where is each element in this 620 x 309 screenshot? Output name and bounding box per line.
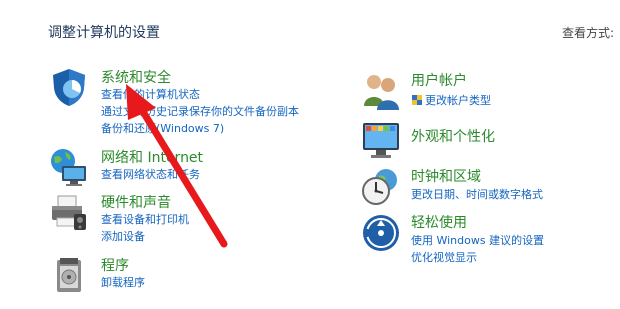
category-title-hardware-sound[interactable]: 硬件和声音 — [101, 192, 171, 212]
category-title-network-internet[interactable]: 网络和 Internet — [101, 147, 203, 167]
link-change-date-time-format[interactable]: 更改日期、时间或数字格式 — [411, 186, 543, 202]
link-add-device[interactable]: 添加设备 — [101, 228, 145, 244]
shield-icon[interactable] — [48, 66, 90, 108]
link-view-network-status[interactable]: 查看网络状态和任务 — [101, 166, 200, 182]
ease-of-access-icon[interactable] — [360, 212, 402, 254]
link-devices-printers[interactable]: 查看设备和打印机 — [101, 211, 189, 227]
clock-globe-icon[interactable] — [360, 166, 402, 208]
view-by-label[interactable]: 查看方式: — [562, 24, 614, 41]
category-title-ease-of-access[interactable]: 轻松使用 — [411, 212, 467, 232]
page-title: 调整计算机的设置 — [48, 25, 160, 41]
link-view-computer-status[interactable]: 查看你的计算机状态 — [101, 86, 200, 102]
link-file-history-backup[interactable]: 通过文件历史记录保存你的文件备份副本 — [101, 103, 299, 119]
category-system-security: 系统和安全 查看你的计算机状态 通过文件历史记录保存你的文件备份副本 备份和还原… — [48, 66, 328, 136]
link-optimize-visual-display[interactable]: 优化视觉显示 — [411, 249, 477, 265]
users-icon[interactable] — [360, 70, 402, 112]
category-title-clock-region[interactable]: 时钟和区域 — [411, 166, 481, 186]
category-ease-of-access: 轻松使用 使用 Windows 建议的设置 优化视觉显示 — [360, 212, 610, 264]
category-user-accounts: 用户帐户 更改帐户类型 — [360, 70, 600, 112]
category-programs: 程序 卸载程序 — [48, 254, 328, 296]
link-uninstall-program[interactable]: 卸载程序 — [101, 274, 145, 290]
link-windows-recommended-settings[interactable]: 使用 Windows 建议的设置 — [411, 232, 544, 248]
link-change-account-type-label: 更改帐户类型 — [425, 94, 491, 107]
link-backup-restore[interactable]: 备份和还原(Windows 7) — [101, 120, 224, 136]
category-network-internet: 网络和 Internet 查看网络状态和任务 — [48, 146, 328, 186]
uac-shield-icon — [412, 95, 422, 105]
programs-icon[interactable] — [48, 254, 90, 296]
category-title-user-accounts[interactable]: 用户帐户 — [411, 70, 467, 90]
category-title-programs[interactable]: 程序 — [101, 255, 129, 275]
monitor-icon[interactable] — [360, 120, 402, 162]
category-appearance-personalization: 外观和个性化 — [360, 120, 600, 164]
printer-icon[interactable] — [48, 192, 90, 234]
network-globe-icon[interactable] — [48, 146, 90, 188]
category-title-system-security[interactable]: 系统和安全 — [101, 67, 171, 87]
category-hardware-sound: 硬件和声音 查看设备和打印机 添加设备 — [48, 192, 328, 244]
link-change-account-type[interactable]: 更改帐户类型 — [411, 92, 491, 108]
category-clock-region: 时钟和区域 更改日期、时间或数字格式 — [360, 166, 610, 210]
category-title-appearance[interactable]: 外观和个性化 — [411, 126, 495, 146]
